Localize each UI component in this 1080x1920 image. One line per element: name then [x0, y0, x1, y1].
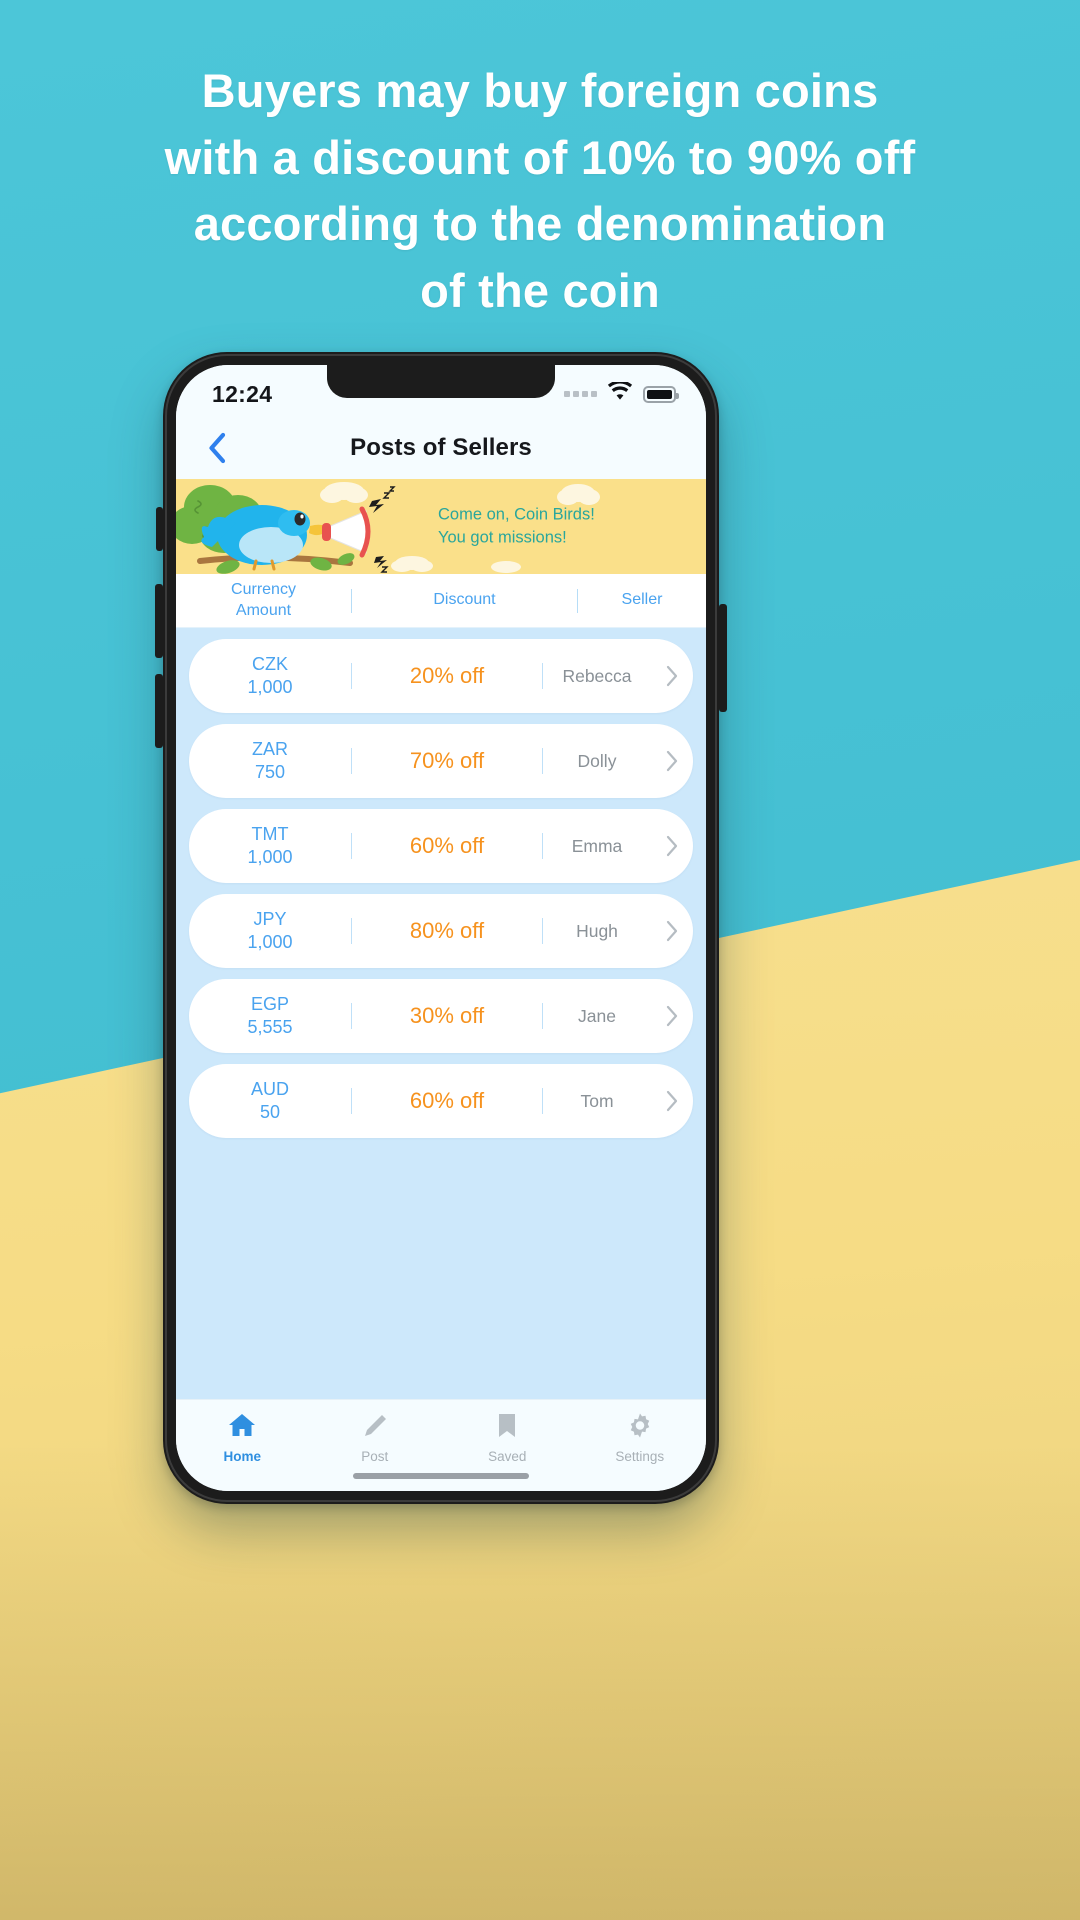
chevron-right-icon[interactable]	[651, 665, 693, 687]
headline-line-4: of the coin	[420, 264, 660, 318]
home-indicator[interactable]	[353, 1473, 529, 1479]
phone-volume-down-button	[155, 674, 163, 748]
promo-headline: Buyers may buy foreign coins with a disc…	[0, 58, 1080, 325]
currency-amount: 1,000	[247, 932, 293, 952]
column-header-seller: Seller	[621, 591, 663, 609]
chevron-right-icon[interactable]	[651, 750, 693, 772]
banner-line-1: Come on, Coin Birds!	[438, 505, 595, 524]
headline-line-3: according to the denomination	[193, 197, 887, 251]
battery-full-icon	[643, 385, 679, 403]
cell-discount: 60% off	[409, 1088, 485, 1113]
currency-code: TMT	[251, 823, 289, 844]
pencil-icon	[361, 1412, 389, 1444]
seller-posts-list[interactable]: CZK 1,000 20% off Rebecca ZAR 750 70% of…	[176, 628, 706, 1399]
phone-mute-switch	[156, 507, 163, 551]
tab-saved[interactable]: Saved	[441, 1412, 574, 1464]
tab-settings[interactable]: Settings	[574, 1412, 707, 1464]
cell-seller: Jane	[578, 1005, 616, 1026]
cell-discount: 80% off	[409, 918, 485, 943]
table-row[interactable]: TMT 1,000 60% off Emma	[189, 809, 693, 883]
currency-code: EGP	[250, 993, 289, 1014]
table-row[interactable]: CZK 1,000 20% off Rebecca	[189, 639, 693, 713]
cell-discount: 30% off	[409, 1003, 485, 1028]
tab-label-home: Home	[223, 1449, 261, 1464]
currency-code: CZK	[252, 653, 288, 674]
currency-code: JPY	[253, 908, 287, 929]
wifi-icon	[607, 380, 633, 406]
currency-amount: 1,000	[247, 677, 293, 697]
banner-message: Come on, Coin Birds! You got missions!	[438, 503, 595, 550]
cell-discount: 20% off	[409, 663, 485, 688]
phone-power-button	[719, 604, 727, 712]
status-bar: 12:24	[176, 365, 706, 417]
cell-discount: 70% off	[409, 748, 485, 773]
banner-line-2: You got missions!	[438, 528, 567, 547]
tab-label-saved: Saved	[488, 1449, 527, 1464]
bookmark-icon	[495, 1412, 519, 1444]
status-time: 12:24	[212, 380, 273, 407]
table-row[interactable]: EGP 5,555 30% off Jane	[189, 979, 693, 1053]
cell-currency-amount: CZK 1,000	[189, 653, 351, 700]
headline-line-2: with a discount of 10% to 90% off	[164, 130, 916, 184]
cell-discount: 60% off	[409, 833, 485, 858]
currency-amount: 1,000	[247, 847, 293, 867]
table-row[interactable]: AUD 50 60% off Tom	[189, 1064, 693, 1138]
cell-currency-amount: JPY 1,000	[189, 908, 351, 955]
cell-currency-amount: EGP 5,555	[189, 993, 351, 1040]
cell-seller: Hugh	[576, 920, 618, 941]
back-button[interactable]	[194, 425, 240, 471]
column-header-currency: Currency	[231, 581, 296, 599]
tab-post[interactable]: Post	[309, 1412, 442, 1464]
currency-code: ZAR	[252, 738, 288, 759]
table-column-headers: Currency Amount Discount Seller	[176, 574, 706, 628]
chevron-right-icon[interactable]	[651, 920, 693, 942]
tab-label-post: Post	[361, 1449, 389, 1464]
cell-seller: Rebecca	[562, 665, 632, 686]
phone-volume-up-button	[155, 584, 163, 658]
tab-home[interactable]: Home	[176, 1412, 309, 1464]
cell-currency-amount: TMT 1,000	[189, 823, 351, 870]
app-nav-bar: Posts of Sellers	[176, 417, 706, 479]
cell-seller: Dolly	[577, 750, 617, 771]
cell-seller: Tom	[580, 1090, 614, 1111]
tab-label-settings: Settings	[615, 1449, 665, 1464]
gear-icon	[626, 1412, 654, 1444]
phone-screen: 12:24 Posts of Sellers Come on, Coin Bir…	[176, 365, 706, 1491]
column-header-amount: Amount	[235, 601, 292, 619]
column-header-currency-amount: Currency Amount	[176, 580, 351, 621]
promo-banner[interactable]: Come on, Coin Birds! You got missions!	[176, 479, 706, 574]
headline-line-1: Buyers may buy foreign coins	[201, 64, 879, 117]
chevron-right-icon[interactable]	[651, 1005, 693, 1027]
page-title: Posts of Sellers	[350, 434, 532, 461]
column-header-discount: Discount	[433, 591, 496, 609]
chevron-right-icon[interactable]	[651, 835, 693, 857]
signal-dots-icon	[564, 391, 597, 397]
phone-mockup: 12:24 Posts of Sellers Come on, Coin Bir…	[155, 352, 727, 1504]
phone-notch	[327, 365, 555, 398]
currency-amount: 5,555	[247, 1017, 293, 1037]
status-icons	[564, 380, 679, 406]
table-row[interactable]: JPY 1,000 80% off Hugh	[189, 894, 693, 968]
cell-currency-amount: ZAR 750	[189, 738, 351, 785]
currency-code: AUD	[250, 1078, 289, 1099]
chevron-right-icon[interactable]	[651, 1090, 693, 1112]
currency-amount: 750	[254, 762, 286, 782]
currency-amount: 50	[259, 1102, 281, 1122]
chevron-left-icon	[209, 432, 226, 464]
table-row[interactable]: ZAR 750 70% off Dolly	[189, 724, 693, 798]
home-icon	[227, 1412, 257, 1444]
cell-seller: Emma	[571, 835, 623, 856]
cell-currency-amount: AUD 50	[189, 1078, 351, 1125]
